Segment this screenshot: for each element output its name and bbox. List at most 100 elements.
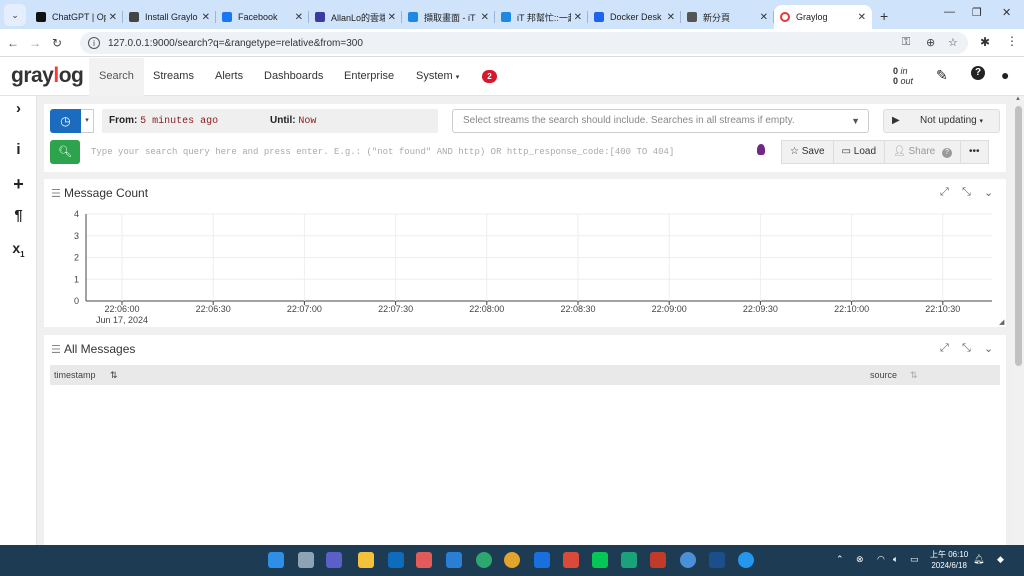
compress-icon[interactable]: ⤡ xyxy=(962,342,971,355)
bookmark-star-icon[interactable]: ☆ xyxy=(948,36,958,49)
mail-icon[interactable] xyxy=(446,552,462,568)
time-range-dropdown[interactable]: ▾ xyxy=(81,109,94,133)
back-icon[interactable]: ← xyxy=(2,36,24,50)
refresh-control[interactable]: ▶ Not updating ▾ xyxy=(883,109,1000,133)
teams-icon[interactable] xyxy=(326,552,342,568)
expand-sidebar-icon[interactable]: › xyxy=(0,100,37,117)
scroll-up-icon[interactable]: ▲ xyxy=(1015,96,1021,102)
browser-tab[interactable]: 新分頁 ✕ xyxy=(681,5,774,29)
reload-icon[interactable]: ↻ xyxy=(46,36,68,50)
browser-tab[interactable]: iT 邦幫忙::一起✕ xyxy=(495,5,588,29)
zoom-icon[interactable]: ⊕ xyxy=(926,36,935,49)
start-icon[interactable] xyxy=(268,552,284,568)
url-bar[interactable]: i 127.0.0.1:9000/search?q=&rangetype=rel… xyxy=(80,32,968,54)
nav-enterprise[interactable]: Enterprise xyxy=(344,70,394,82)
extensions-icon[interactable]: ✱ xyxy=(980,35,990,49)
file-explorer-icon[interactable] xyxy=(358,552,374,568)
edge-icon[interactable] xyxy=(476,552,492,568)
resize-handle-icon[interactable]: ◢ xyxy=(999,318,1004,326)
close-tab-icon[interactable]: ✕ xyxy=(858,12,866,23)
help-icon[interactable]: ? xyxy=(971,66,985,80)
close-tab-icon[interactable]: ✕ xyxy=(388,12,396,23)
info-icon[interactable]: i xyxy=(0,141,37,158)
volume-icon[interactable]: 🔈︎ xyxy=(893,554,898,565)
notification-bell-icon[interactable]: 🔔︎ xyxy=(973,554,984,565)
nav-dashboards[interactable]: Dashboards xyxy=(264,70,323,82)
system-clock[interactable]: 上午 06:10 2024/6/18 xyxy=(930,549,968,571)
clock-icon[interactable]: ◷ xyxy=(50,109,81,133)
play-icon[interactable]: ▶ xyxy=(892,110,900,132)
task-view-icon[interactable] xyxy=(298,552,314,568)
sort-icon[interactable]: ⇅ xyxy=(110,365,118,385)
browser-menu-icon[interactable]: ⋮ xyxy=(1006,34,1018,48)
time-range-display[interactable]: From: 5 minutes ago Until: Now xyxy=(102,109,438,133)
battery-icon[interactable]: ▭ xyxy=(910,554,919,565)
graylog-logo[interactable]: graylog xyxy=(11,64,84,88)
notification-badge[interactable]: 2 xyxy=(482,70,497,83)
app-icon[interactable] xyxy=(563,552,579,568)
outlook-icon[interactable] xyxy=(388,552,404,568)
security-app-icon[interactable] xyxy=(621,552,637,568)
close-window-icon[interactable]: ✕ xyxy=(1002,6,1011,19)
search-button[interactable]: 🔍︎ xyxy=(50,140,80,164)
snipping-tool-icon[interactable] xyxy=(416,552,432,568)
streams-select[interactable]: Select streams the search should include… xyxy=(452,109,869,133)
browser-tab[interactable]: 擷取畫面 - iT ✕ xyxy=(402,5,495,29)
forward-icon[interactable]: → xyxy=(24,36,46,50)
browser-tab[interactable]: Facebook ✕ xyxy=(216,5,309,29)
more-actions-button[interactable]: ••• xyxy=(959,140,989,164)
browser-tab[interactable]: Docker Desk ✕ xyxy=(588,5,681,29)
vscode-icon[interactable] xyxy=(709,552,725,568)
query-input[interactable]: Type your search query here and press en… xyxy=(91,140,751,164)
sort-icon[interactable]: ⇅ xyxy=(910,365,918,385)
site-info-icon[interactable]: i xyxy=(88,37,100,49)
nav-search[interactable]: Search xyxy=(89,58,144,96)
close-tab-icon[interactable]: ✕ xyxy=(667,12,675,23)
user-icon[interactable]: ● xyxy=(1001,67,1009,83)
close-tab-icon[interactable]: ✕ xyxy=(760,12,768,23)
tray-app-icon[interactable]: ⊗ xyxy=(856,554,864,565)
docker-icon[interactable] xyxy=(738,552,754,568)
wifi-icon[interactable]: ◠ xyxy=(877,554,885,565)
load-button[interactable]: ▭ Load xyxy=(832,140,886,164)
browser-tab[interactable]: AllanLo的雲端 ✕ xyxy=(309,5,402,29)
drag-handle-icon[interactable]: ☰ xyxy=(51,343,61,356)
new-tab-button[interactable]: + xyxy=(880,8,888,24)
add-widget-icon[interactable]: + xyxy=(0,174,37,195)
browser-tab[interactable]: Graylog ✕ xyxy=(774,5,872,29)
nav-alerts[interactable]: Alerts xyxy=(215,70,243,82)
nav-streams[interactable]: Streams xyxy=(153,70,194,82)
widgets-icon[interactable]: ◆ xyxy=(997,554,1004,565)
fields-icon[interactable]: x1 xyxy=(0,240,37,259)
lightbulb-icon[interactable] xyxy=(757,144,765,155)
close-tab-icon[interactable]: ✕ xyxy=(295,12,303,23)
chevron-down-icon[interactable]: ⌄ xyxy=(984,342,993,355)
chrome-active-icon[interactable] xyxy=(680,552,696,568)
password-key-icon[interactable]: ⚿ xyxy=(902,36,910,49)
tray-chevron-icon[interactable]: ⌃ xyxy=(836,554,844,565)
chrome-icon[interactable] xyxy=(504,552,520,568)
expand-icon[interactable]: ⤢ xyxy=(940,342,949,355)
close-tab-icon[interactable]: ✕ xyxy=(481,12,489,23)
nav-system[interactable]: System ▾ xyxy=(416,70,459,82)
share-button[interactable]: 👤︎ Share ? xyxy=(884,140,961,164)
paragraph-icon[interactable]: ¶ xyxy=(0,207,37,224)
page-scrollbar[interactable]: ▲ xyxy=(1013,96,1024,545)
tab-search-menu[interactable]: ⌄ xyxy=(4,4,26,26)
winrar-icon[interactable] xyxy=(650,552,666,568)
scrollbar-thumb[interactable] xyxy=(1015,106,1022,366)
line-icon[interactable] xyxy=(592,552,608,568)
edit-icon[interactable]: ✎ xyxy=(936,67,948,84)
close-tab-icon[interactable]: ✕ xyxy=(202,12,210,23)
maximize-icon[interactable]: ❐ xyxy=(972,6,982,19)
column-timestamp[interactable]: timestamp xyxy=(54,365,96,385)
dropbox-icon[interactable] xyxy=(534,552,550,568)
browser-tab[interactable]: ChatGPT | Op ✕ xyxy=(30,5,123,29)
close-tab-icon[interactable]: ✕ xyxy=(574,12,582,23)
share-label: Share xyxy=(908,146,936,157)
column-source[interactable]: source xyxy=(870,365,897,385)
save-button[interactable]: ☆ Save xyxy=(781,140,834,164)
minimize-icon[interactable]: — xyxy=(944,6,955,18)
browser-tab[interactable]: Install Graylo ✕ xyxy=(123,5,216,29)
close-tab-icon[interactable]: ✕ xyxy=(109,12,117,23)
